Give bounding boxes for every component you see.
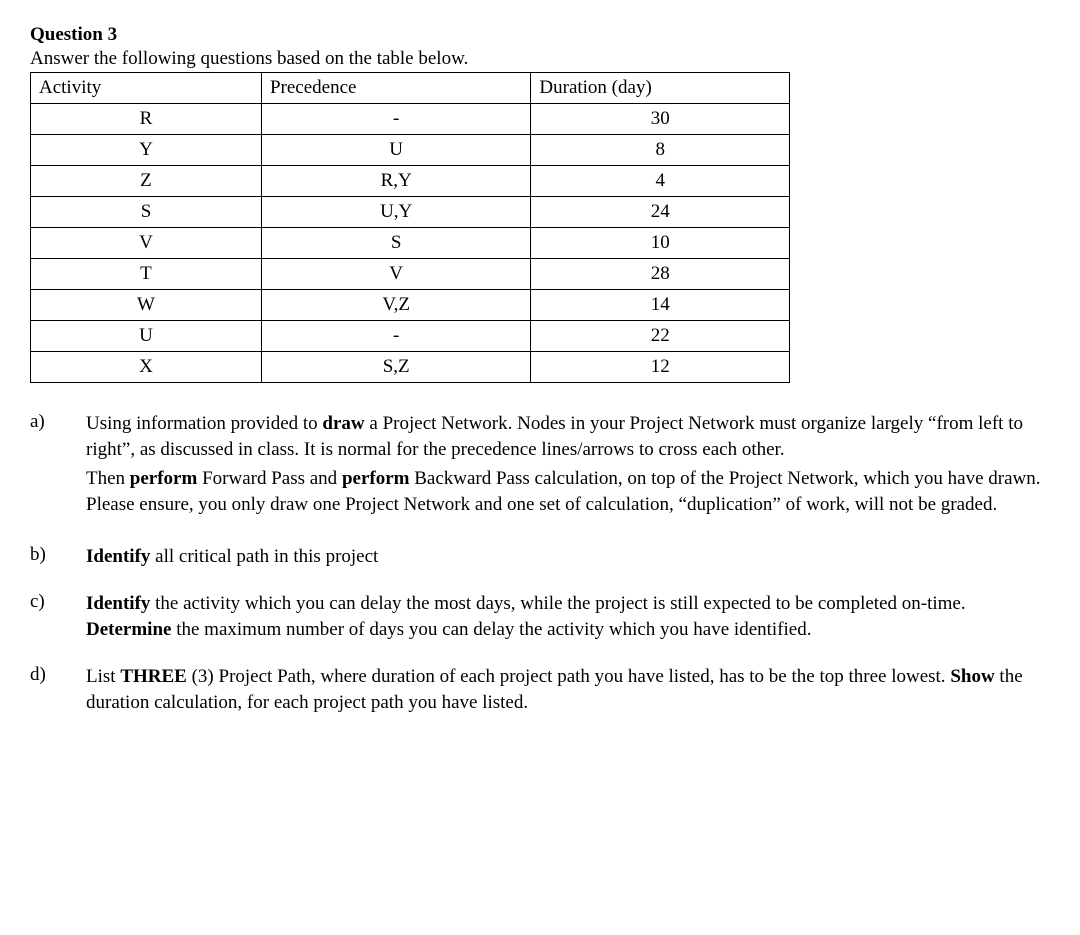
table-row: WV,Z14 (31, 290, 790, 321)
table-cell: 14 (531, 290, 790, 321)
header-precedence: Precedence (261, 73, 530, 104)
question-b: b) Identify all critical path in this pr… (30, 544, 1050, 570)
question-label: b) (30, 544, 58, 570)
table-row: ZR,Y4 (31, 166, 790, 197)
question-text: Identify the activity which you can dela… (86, 591, 1050, 642)
bold-text: perform (342, 468, 410, 489)
header-activity: Activity (31, 73, 262, 104)
question-intro: Answer the following questions based on … (30, 48, 1050, 70)
table-row: U-22 (31, 321, 790, 352)
table-row: TV28 (31, 259, 790, 290)
bold-text: THREE (120, 666, 187, 687)
question-label: a) (30, 411, 58, 522)
text: the maximum number of days you can delay… (171, 619, 811, 640)
table-cell: 30 (531, 104, 790, 135)
table-cell: U (31, 321, 262, 352)
table-cell: - (261, 321, 530, 352)
table-row: XS,Z12 (31, 352, 790, 383)
table-cell: S (261, 228, 530, 259)
text: (3) Project Path, where duration of each… (187, 666, 950, 687)
table-cell: X (31, 352, 262, 383)
activity-table: Activity Precedence Duration (day) R-30Y… (30, 72, 790, 383)
text: the activity which you can delay the mos… (150, 593, 965, 614)
table-header-row: Activity Precedence Duration (day) (31, 73, 790, 104)
question-d: d) List THREE (3) Project Path, where du… (30, 664, 1050, 715)
table-row: VS10 (31, 228, 790, 259)
bold-text: Show (950, 666, 994, 687)
question-label: d) (30, 664, 58, 715)
table-cell: T (31, 259, 262, 290)
text: Then (86, 468, 130, 489)
question-c: c) Identify the activity which you can d… (30, 591, 1050, 642)
table-cell: Y (31, 135, 262, 166)
table-row: YU8 (31, 135, 790, 166)
table-cell: S (31, 197, 262, 228)
bold-text: perform (130, 468, 198, 489)
question-text: Using information provided to draw a Pro… (86, 411, 1050, 522)
table-cell: V,Z (261, 290, 530, 321)
table-row: SU,Y24 (31, 197, 790, 228)
text: List (86, 666, 120, 687)
question-text: List THREE (3) Project Path, where durat… (86, 664, 1050, 715)
table-cell: U,Y (261, 197, 530, 228)
table-cell: - (261, 104, 530, 135)
table-cell: Z (31, 166, 262, 197)
table-cell: R,Y (261, 166, 530, 197)
table-cell: R (31, 104, 262, 135)
table-cell: 12 (531, 352, 790, 383)
table-cell: V (31, 228, 262, 259)
question-text: Identify all critical path in this proje… (86, 544, 1050, 570)
table-cell: 8 (531, 135, 790, 166)
table-cell: S,Z (261, 352, 530, 383)
bold-text: Identify (86, 546, 150, 567)
table-cell: 4 (531, 166, 790, 197)
table-cell: 24 (531, 197, 790, 228)
question-title: Question 3 (30, 24, 1050, 46)
table-cell: 10 (531, 228, 790, 259)
bold-text: Determine (86, 619, 171, 640)
table-cell: 22 (531, 321, 790, 352)
text: Using information provided to (86, 413, 322, 434)
question-label: c) (30, 591, 58, 642)
text: Forward Pass and (197, 468, 342, 489)
bold-text: draw (322, 413, 364, 434)
table-cell: W (31, 290, 262, 321)
text: all critical path in this project (150, 546, 378, 567)
bold-text: Identify (86, 593, 150, 614)
table-cell: 28 (531, 259, 790, 290)
table-cell: V (261, 259, 530, 290)
table-row: R-30 (31, 104, 790, 135)
header-duration: Duration (day) (531, 73, 790, 104)
table-cell: U (261, 135, 530, 166)
question-a: a) Using information provided to draw a … (30, 411, 1050, 522)
question-list: a) Using information provided to draw a … (30, 411, 1050, 716)
